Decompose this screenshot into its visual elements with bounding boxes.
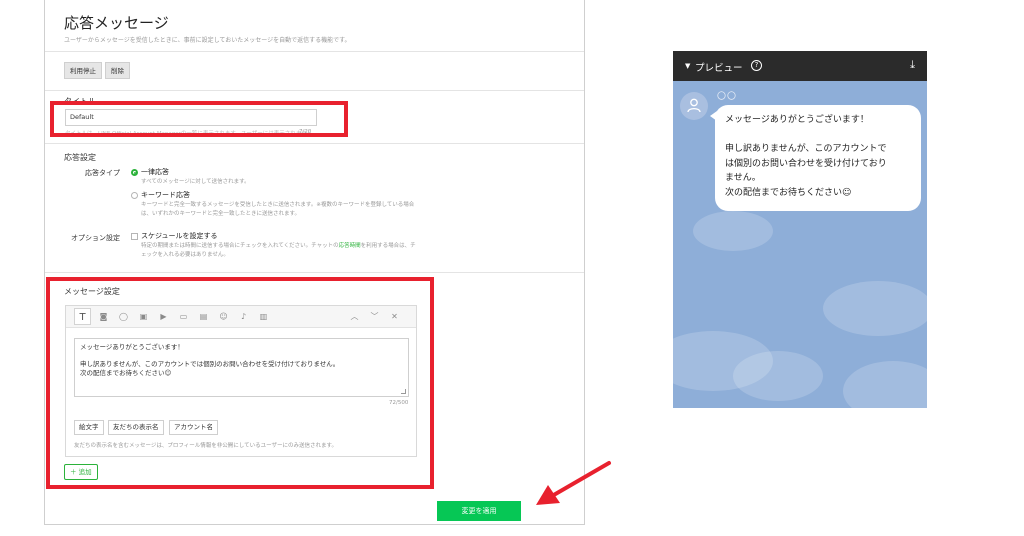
settings-panel: 応答メッセージ ユーザーからメッセージを受信したときに、事前に設定しておいたメッ… [44,0,585,525]
keyword-response-desc-2: は、いずれかのキーワードと完全一致したときに送信されます。 [141,211,300,217]
sender-name: 〇〇 [717,92,738,102]
suspend-button[interactable]: 利用停止 [64,62,102,79]
response-time-link[interactable]: 応答時間 [339,243,361,249]
option-settings-label: オプション設定 [71,234,120,242]
preview-header: ▼ プレビュー ? ⤓ [673,51,927,81]
smiley-icon[interactable]: ☺ [218,311,229,322]
mic-icon[interactable]: ♪ [238,311,249,322]
divider [45,51,584,52]
title-input[interactable]: Default [65,109,317,126]
cloud-decoration [693,211,773,251]
keyword-response-desc-1: キーワードと完全一致するメッセージを受信したときに送信されます。※複数のキーワー… [141,202,415,208]
preview-title: プレビュー [695,63,743,74]
radio-keyword-response[interactable] [131,192,138,199]
apply-changes-button[interactable]: 変更を適用 [437,501,521,521]
message-line: 次の配信までお待ちください☺ [80,368,172,377]
user-icon [687,98,701,113]
preview-panel: ▼ プレビュー ? ⤓ 〇〇 メッセージありがとうございます！ 申し訳ありません… [673,51,927,408]
bubble-line: 次の配信までお待ちください☺ [725,187,852,198]
card-icon[interactable]: ▭ [178,311,189,322]
close-icon[interactable]: ✕ [389,311,400,322]
title-label: タイトル [64,97,96,106]
message-settings-heading: メッセージ設定 [64,287,120,296]
emoji-button[interactable]: 絵文字 [74,420,104,435]
page-title: 応答メッセージ [64,14,169,32]
delete-button[interactable]: 削除 [105,62,130,79]
coupon-icon[interactable]: ▤ [198,311,209,322]
text-icon[interactable]: T [74,308,91,325]
avatar [680,92,708,120]
schedule-desc-2: ェックを入れる必要はありません。 [141,252,229,258]
bubble-line: は個別のお問い合わせを受け付けており [725,158,887,169]
schedule-desc-text: 特定の期間または時間に送信する場合にチェックを入れてください。チャットの [141,243,339,249]
keyword-response-title: キーワード応答 [141,191,190,199]
friend-name-button[interactable]: 友だちの表示名 [108,420,164,435]
message-line [80,352,403,361]
help-icon[interactable]: ? [751,60,762,71]
sticker-icon[interactable]: ◙ [98,311,109,322]
image-icon[interactable]: ▣ [138,311,149,322]
schedule-title: スケジュールを設定する [141,232,218,240]
title-hint: タイトルは、LINE Official Account Managerの一覧に表… [65,131,318,137]
calendar-icon[interactable]: ▥ [258,311,269,322]
chevron-up-icon[interactable]: ︿ [349,311,360,322]
schedule-checkbox[interactable] [131,233,138,240]
video-icon[interactable]: ▶ [158,311,169,322]
editor-toolbar: T ◙ ◯ ▣ ▶ ▭ ▤ ☺ ♪ ▥ ︿ ﹀ ✕ [66,306,416,328]
schedule-desc-text: を利用する場合は、チ [360,243,416,249]
cloud-decoration [843,361,927,408]
divider [45,90,584,91]
message-counter: 72/500 [389,400,409,406]
resize-handle[interactable] [401,389,406,394]
cloud-decoration [733,351,823,401]
bubble-line: メッセージありがとうございます！ [725,115,869,125]
chat-icon[interactable]: ◯ [118,311,129,322]
bubble-line [725,128,911,143]
divider [45,143,584,144]
caret-down-icon[interactable]: ▼ [685,62,690,70]
chevron-down-icon[interactable]: ﹀ [369,311,380,322]
schedule-desc-1: 特定の期間または時間に送信する場合にチェックを入れてください。チャットの応答時間… [141,242,416,251]
message-bubble: メッセージありがとうございます！ 申し訳ありませんが、このアカウントで は個別の… [710,105,921,211]
divider [45,272,584,273]
message-line: メッセージありがとうございます！ [80,343,184,351]
account-name-button[interactable]: アカウント名 [169,420,218,435]
message-editor: T ◙ ◯ ▣ ▶ ▭ ▤ ☺ ♪ ▥ ︿ ﹀ ✕ メッセージありがとうございま… [65,305,417,457]
page-description: ユーザーからメッセージを受信したときに、事前に設定しておいたメッセージを自動で返… [64,37,351,44]
uniform-response-desc: すべてのメッセージに対して送信されます。 [141,179,250,185]
bubble-line: 申し訳ありませんが、このアカウントで [725,144,887,154]
friend-name-note: 友だちの表示名を含むメッセージは、プロフィール情報を非公開にしているユーザーにの… [74,443,337,449]
response-type-label: 応答タイプ [85,169,120,177]
bubble-line: ません。 [725,173,761,183]
title-counter: 7/20 [299,129,312,135]
message-textarea[interactable]: メッセージありがとうございます！ 申し訳ありませんが、このアカウントでは個別のお… [74,338,409,397]
uniform-response-title: 一律応答 [141,168,169,176]
response-settings-heading: 応答設定 [64,153,96,162]
radio-uniform-response[interactable] [131,169,138,176]
add-message-button[interactable]: ＋ 追加 [64,464,98,480]
cloud-decoration [823,281,927,336]
message-line: 申し訳ありませんが、このアカウントでは個別のお問い合わせを受け付けておりません。 [80,360,340,368]
download-icon[interactable]: ⤓ [910,58,915,72]
